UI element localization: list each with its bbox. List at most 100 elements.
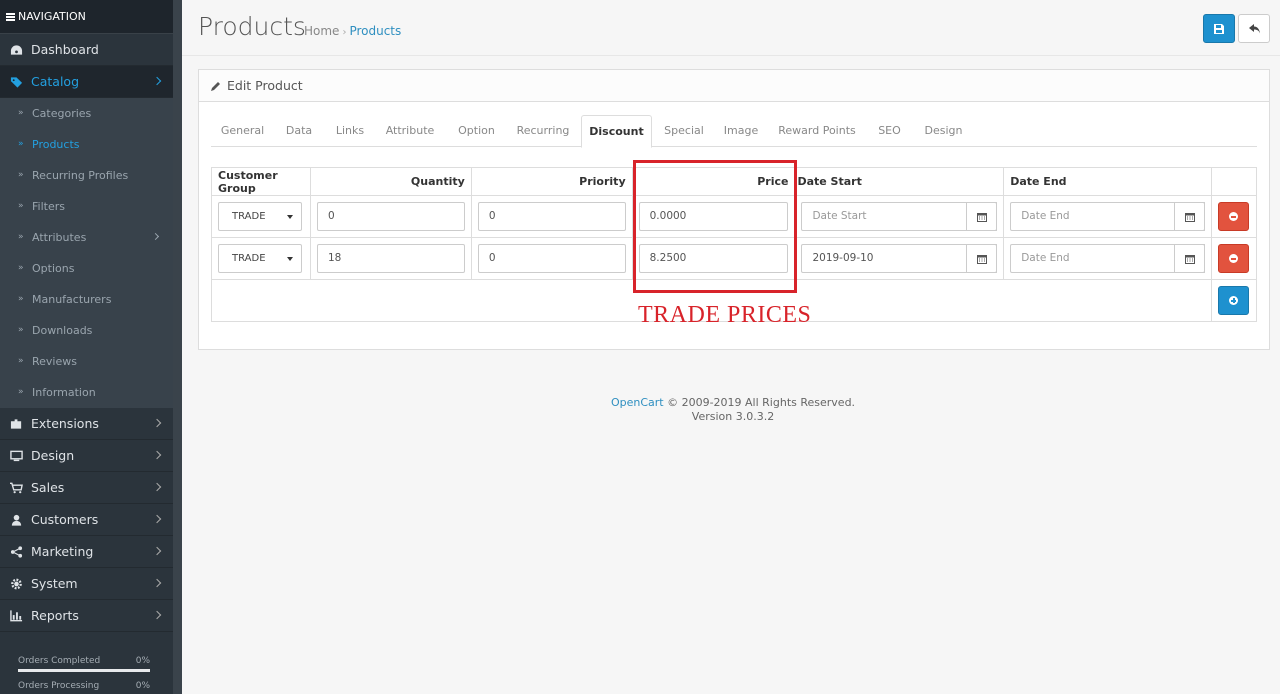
submenu-item-attributes[interactable]: » Attributes	[0, 222, 173, 253]
sidebar-item-sales[interactable]: Sales	[0, 472, 173, 504]
tab-option[interactable]: Option	[444, 115, 509, 147]
calendar-button[interactable]	[966, 202, 998, 231]
submenu-item-manufacturers[interactable]: » Manufacturers	[0, 284, 173, 315]
sidebar-item-customers[interactable]: Customers	[0, 504, 173, 536]
remove-discount-button[interactable]	[1218, 244, 1250, 273]
date-start-group: 2019-09-10	[801, 244, 998, 273]
progress-orders-completed: Orders Completed 0%	[10, 653, 153, 669]
dashboard-icon	[10, 45, 23, 55]
sidebar-item-design[interactable]: Design	[0, 440, 173, 472]
breadcrumb-separator-icon: ›	[342, 27, 347, 38]
submenu-label: Filters	[32, 200, 65, 213]
submenu-item-filters[interactable]: » Filters	[0, 191, 173, 222]
tab-attribute[interactable]: Attribute	[376, 115, 444, 147]
pencil-icon	[211, 82, 220, 91]
progress-label: Orders Processing	[18, 681, 100, 691]
chevron-right-icon	[152, 450, 162, 460]
tab-special[interactable]: Special	[657, 115, 711, 147]
sidebar-item-catalog[interactable]: Catalog	[0, 66, 173, 98]
remove-discount-button[interactable]	[1218, 202, 1250, 231]
tab-discount[interactable]: Discount	[581, 115, 652, 148]
customer-group-select[interactable]: TRADE	[218, 202, 302, 231]
header-date-end: Date End	[1003, 167, 1212, 196]
chevron-right-icon	[151, 232, 160, 241]
footer-brand-link[interactable]: OpenCart	[611, 396, 664, 409]
double-chevron-icon: »	[18, 356, 24, 366]
sidebar-item-label: Dashboard	[31, 42, 99, 57]
navigation-title: NAVIGATION	[18, 10, 86, 23]
caret-down-icon	[287, 215, 293, 219]
priority-input[interactable]: 0	[477, 244, 626, 273]
submenu-item-recurring-profiles[interactable]: » Recurring Profiles	[0, 160, 173, 191]
quantity-input[interactable]: 18	[316, 244, 465, 273]
sidebar-item-marketing[interactable]: Marketing	[0, 536, 173, 568]
sidebar-item-label: Sales	[31, 480, 65, 495]
progress-percent: 0%	[135, 656, 150, 666]
cog-icon	[11, 578, 22, 590]
caret-down-icon	[287, 257, 293, 261]
double-chevron-icon: »	[18, 387, 24, 397]
sidebar-item-dashboard[interactable]: Dashboard	[0, 34, 173, 66]
double-chevron-icon: »	[18, 263, 24, 273]
header-priority: Priority	[470, 167, 633, 196]
chevron-right-icon	[152, 76, 162, 86]
submenu-item-options[interactable]: » Options	[0, 253, 173, 284]
double-chevron-icon: »	[18, 325, 24, 335]
save-icon	[1214, 24, 1224, 34]
calendar-button[interactable]	[1173, 202, 1205, 231]
submenu-label: Categories	[32, 107, 92, 120]
calendar-icon	[1184, 213, 1195, 222]
sidebar-scrollbar[interactable]	[173, 0, 182, 694]
select-value: TRADE	[232, 211, 266, 222]
sidebar-item-label: Marketing	[31, 544, 94, 559]
sidebar-item-label: Design	[31, 448, 75, 463]
progress-percent: 0%	[135, 681, 150, 691]
tab-design[interactable]: Design	[916, 115, 971, 147]
tab-image[interactable]: Image	[715, 115, 767, 147]
panel-title: Edit Product	[227, 78, 303, 93]
tab-links[interactable]: Links	[324, 115, 376, 147]
add-discount-button[interactable]	[1218, 286, 1250, 315]
header-customer-group: Customer Group	[211, 167, 311, 196]
submenu-item-categories[interactable]: » Categories	[0, 98, 173, 129]
breadcrumb-products[interactable]: Products	[349, 24, 401, 38]
chevron-right-icon	[152, 610, 162, 620]
catalog-submenu: » Categories » Products » Recurring Profile…	[0, 98, 173, 408]
tab-reward-points[interactable]: Reward Points	[771, 115, 863, 147]
plus-circle-icon	[1229, 296, 1239, 305]
breadcrumb-home[interactable]: Home	[304, 24, 339, 38]
quantity-input[interactable]: 0	[316, 202, 465, 231]
submenu-item-products[interactable]: » Products	[0, 129, 173, 160]
calendar-button[interactable]	[1173, 244, 1205, 273]
sidebar-item-label: Extensions	[31, 416, 99, 431]
sidebar-item-reports[interactable]: Reports	[0, 600, 173, 632]
save-button[interactable]	[1203, 14, 1235, 43]
submenu-item-reviews[interactable]: » Reviews	[0, 346, 173, 377]
tab-data[interactable]: Data	[274, 115, 324, 147]
tab-seo[interactable]: SEO	[867, 115, 912, 147]
tab-general[interactable]: General	[211, 115, 274, 147]
back-button[interactable]	[1238, 14, 1270, 43]
bar-chart-icon	[10, 610, 23, 622]
submenu-item-downloads[interactable]: » Downloads	[0, 315, 173, 346]
date-end-group: Date End	[1010, 202, 1205, 231]
share-icon	[10, 546, 23, 558]
sidebar-item-system[interactable]: System	[0, 568, 173, 600]
tab-recurring[interactable]: Recurring	[509, 115, 577, 147]
customer-group-select[interactable]: TRADE	[218, 244, 302, 273]
progress-bar	[18, 669, 150, 672]
footer-copyright-text: © 2009-2019 All Rights Reserved.	[667, 396, 856, 409]
priority-input[interactable]: 0	[477, 202, 626, 231]
tags-icon	[10, 77, 23, 88]
calendar-icon	[977, 255, 988, 264]
submenu-item-information[interactable]: » Information	[0, 377, 173, 408]
navigation-header[interactable]: NAVIGATION	[0, 0, 173, 34]
minus-circle-icon	[1229, 254, 1239, 263]
sidebar-item-extensions[interactable]: Extensions	[0, 408, 173, 440]
sidebar-item-label: System	[31, 576, 78, 591]
chevron-right-icon	[152, 546, 162, 556]
chevron-right-icon	[152, 482, 162, 492]
progress-label: Orders Completed	[18, 656, 101, 666]
product-tabs: General Data Links Attribute Option Recu…	[211, 115, 1257, 148]
calendar-button[interactable]	[966, 244, 998, 273]
